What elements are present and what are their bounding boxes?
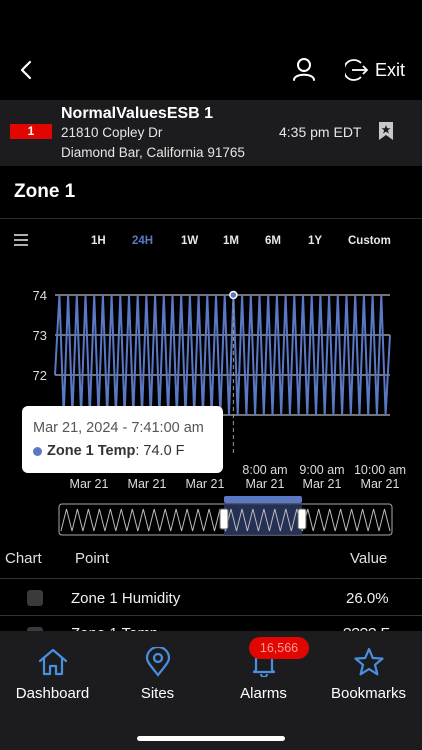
site-time: 4:35 pm EDT [279,124,362,140]
exit-icon [345,59,369,81]
series-dot-icon [33,446,42,456]
exit-label: Exit [375,59,406,80]
tab-dashboard-label: Dashboard [15,685,90,702]
tooltip-series-name: Zone 1 Temp [47,443,136,459]
tab-sites-label: Sites [140,685,175,702]
y-tick-label: 74 [33,288,47,303]
range-1h-button[interactable]: 1H [91,235,106,247]
chart-column-header: Chart [5,550,42,567]
alarm-priority-badge: 1 [10,124,52,139]
hamburger-menu-icon [14,234,28,246]
value-column-header: Value [350,550,388,567]
chart-hover-point [229,290,238,300]
home-icon [38,648,67,676]
x-tick-date: Mar 21 [128,477,167,491]
range-1m-button[interactable]: 1M [223,235,239,247]
tab-bookmarks[interactable]: Bookmarks [316,647,421,702]
range-6m-button[interactable]: 6M [265,235,281,247]
navigator-scrollbar[interactable] [224,496,302,503]
chevron-left-icon [20,60,32,80]
x-tick-time: 9:00 am [299,463,344,477]
range-1y-button[interactable]: 1Y [308,235,322,247]
site-name: NormalValuesESB 1 [61,105,214,122]
divider [0,578,422,579]
back-button[interactable] [14,55,40,85]
top-bar [0,0,422,100]
tab-dashboard[interactable]: Dashboard [0,647,105,702]
range-1w-button[interactable]: 1W [181,235,198,247]
point-value: 26.0% [346,590,389,607]
x-tick-date: Mar 21 [246,477,285,491]
navigator-right-handle[interactable] [297,508,307,530]
star-icon [353,647,384,676]
range-custom-button[interactable]: Custom [348,235,391,247]
divider [0,615,422,616]
y-tick-label: 73 [33,328,47,343]
exit-button[interactable]: Exit [345,55,415,85]
bookmark-button[interactable] [376,120,396,142]
navigator-left-handle[interactable] [219,508,229,530]
tooltip-value: 74.0 F [143,443,185,459]
chart-series-line [54,294,391,416]
range-24h-button[interactable]: 24H [132,235,153,247]
tooltip-series-row: Zone 1 Temp: 74.0 F [33,443,185,459]
x-tick-time: 10:00 am [354,463,406,477]
chart-range-navigator[interactable] [58,495,394,537]
x-tick-date: Mar 21 [70,477,109,491]
point-name: Zone 1 Humidity [71,590,181,607]
navigator-selection[interactable] [224,504,302,535]
user-button[interactable] [290,55,320,85]
chart-menu-button[interactable] [13,233,31,247]
point-column-header: Point [75,550,110,567]
tab-alarms-label: Alarms [240,685,287,702]
tab-bookmarks-label: Bookmarks [330,685,407,702]
bookmark-icon [379,122,393,140]
x-tick-date: Mar 21 [186,477,225,491]
alarm-count-badge: 16,566 [249,637,309,659]
x-tick-time: 8:00 am [242,463,287,477]
user-icon [293,58,315,81]
chart-checkbox[interactable] [27,590,43,606]
zone-title: Zone 1 [14,181,76,202]
tab-sites[interactable]: Sites [105,647,210,702]
x-tick-date: Mar 21 [361,477,400,491]
tooltip-date: Mar 21, 2024 - 7:41:00 am [33,420,204,436]
y-tick-label: 72 [33,368,47,383]
site-address-line1: 21810 Copley Dr [61,125,163,140]
divider [0,218,422,219]
x-tick-date: Mar 21 [303,477,342,491]
chart-tooltip: Mar 21, 2024 - 7:41:00 am Zone 1 Temp: 7… [22,406,223,473]
location-pin-icon [145,647,170,677]
site-address-line2: Diamond Bar, California 91765 [61,145,245,160]
home-indicator[interactable] [137,736,285,741]
